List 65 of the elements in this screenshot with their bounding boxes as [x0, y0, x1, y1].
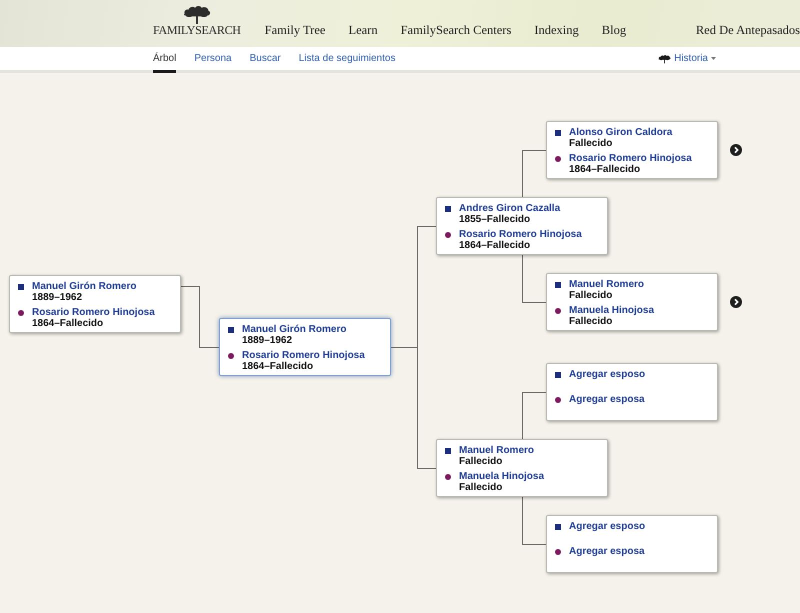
life-dates: 1864–Fallecido [459, 240, 530, 251]
name-link[interactable]: Rosario Romero Hinojosa [242, 350, 365, 361]
dot-icon [555, 548, 561, 554]
name-link[interactable]: Rosario Romero Hinojosa [459, 229, 582, 240]
nav-link[interactable]: FamilySearch Centers [400, 23, 512, 37]
history-menu[interactable]: Historia [658, 47, 716, 70]
name-link[interactable]: Agregar esposa [569, 546, 645, 557]
name-link[interactable]: Manuel Girón Romero [242, 324, 346, 335]
square-icon [555, 524, 561, 530]
dot-icon [555, 396, 561, 402]
square-icon [445, 448, 451, 454]
dot-icon [555, 308, 561, 314]
nav-link[interactable]: Family Tree [264, 23, 326, 37]
life-dates: Fallecido [569, 138, 612, 149]
nav-link[interactable]: Learn [348, 23, 378, 37]
name-link[interactable]: Rosario Romero Hinojosa [569, 153, 692, 164]
nav-link[interactable]: Blog [602, 23, 626, 37]
connector-line [522, 254, 546, 303]
square-icon [445, 206, 451, 212]
dot-icon [445, 474, 451, 480]
tab[interactable]: Lista de seguimientos [298, 47, 396, 73]
square-icon [555, 372, 561, 378]
connector-line [522, 496, 546, 545]
dot-icon [555, 156, 561, 162]
tab[interactable]: Árbol [153, 47, 176, 73]
life-dates: 1889–1962 [32, 292, 82, 303]
square-icon [18, 284, 24, 290]
connector-line [522, 392, 546, 440]
square-icon [555, 130, 561, 136]
connector-line [522, 150, 546, 198]
tree-icon [658, 54, 672, 64]
life-dates: 1864–Fallecido [569, 164, 640, 175]
life-dates: Fallecido [459, 482, 502, 493]
chevron-circle-icon[interactable] [730, 144, 742, 156]
life-dates: 1864–Fallecido [242, 361, 314, 372]
name-link[interactable]: Rosario Romero Hinojosa [32, 307, 155, 318]
name-link[interactable]: Manuel Romero [569, 279, 644, 290]
name-link[interactable]: Alonso Giron Caldora [569, 127, 672, 138]
life-dates: 1889–1962 [242, 335, 292, 346]
name-link[interactable]: Manuel Romero [459, 445, 534, 456]
nav-link[interactable]: Indexing [534, 23, 579, 37]
life-dates: Fallecido [459, 456, 502, 467]
life-dates: 1855–Fallecido [459, 214, 530, 225]
life-dates: Fallecido [569, 290, 612, 301]
chevron-circle-icon[interactable] [730, 296, 742, 308]
nav-link[interactable]: Red De Antepasados [696, 23, 800, 37]
tab[interactable]: Buscar [250, 47, 281, 73]
life-dates: Fallecido [569, 316, 612, 327]
logo-text: FAMILYSEARCH [153, 24, 241, 37]
dot-icon [445, 232, 451, 238]
life-dates: 1864–Fallecido [32, 318, 104, 329]
name-link[interactable]: Agregar esposa [569, 394, 645, 405]
name-link[interactable]: Manuel Girón Romero [32, 281, 136, 292]
square-icon [228, 326, 234, 332]
caret-icon [711, 57, 716, 60]
dot-icon [18, 310, 24, 316]
name-link[interactable]: Manuela Hinojosa [459, 471, 544, 482]
name-link[interactable]: Agregar esposo [569, 369, 646, 380]
square-icon [555, 282, 561, 288]
connector-line [180, 286, 220, 348]
name-link[interactable]: Andres Giron Cazalla [459, 203, 560, 214]
name-link[interactable]: Agregar esposo [569, 521, 646, 532]
tab[interactable]: Persona [194, 47, 232, 73]
dot-icon [228, 352, 234, 358]
name-link[interactable]: Manuela Hinojosa [569, 305, 654, 316]
